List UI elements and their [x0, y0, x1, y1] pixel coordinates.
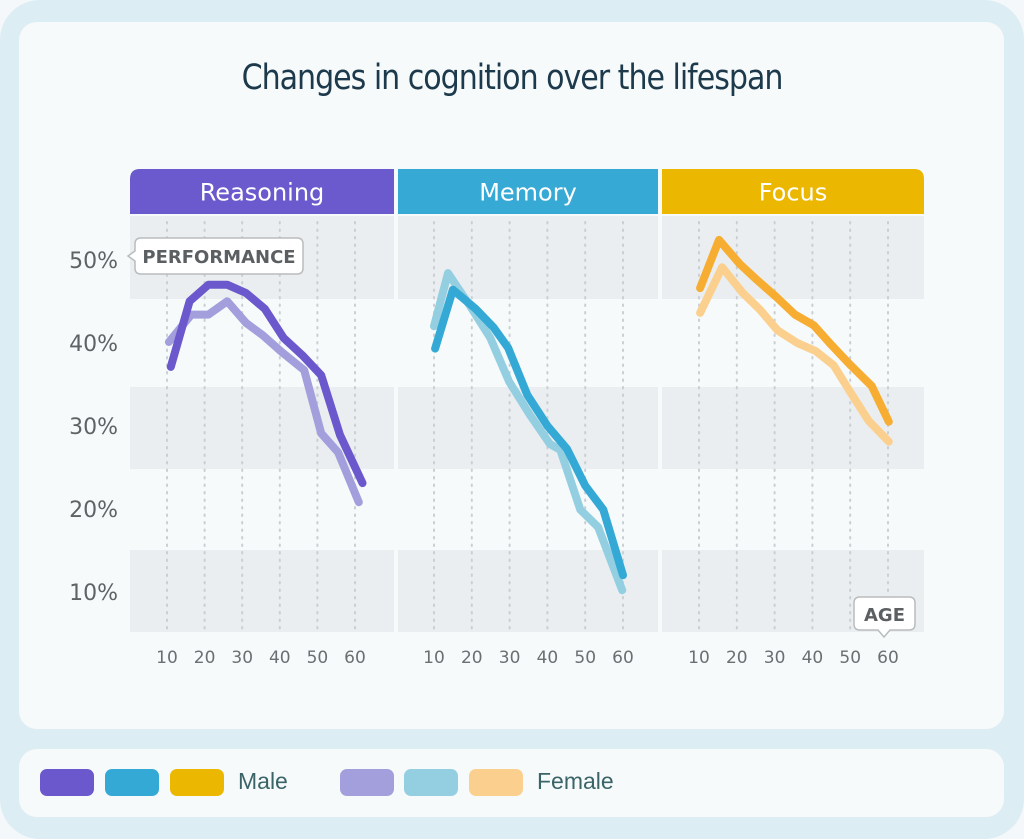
x-tick-label: 30 [499, 648, 521, 668]
x-tick-label: 40 [537, 648, 559, 668]
y-tick-label: 30% [69, 415, 118, 440]
y-tick-label: 10% [69, 581, 118, 606]
panel-title: Focus [759, 179, 828, 207]
x-tick-label: 10 [688, 648, 710, 668]
x-tick-label: 10 [423, 648, 445, 668]
x-tick-label: 30 [231, 648, 253, 668]
x-tick-label: 60 [344, 648, 366, 668]
y-axis-label: PERFORMANCE [142, 247, 295, 268]
legend-swatch-male-reasoning [40, 769, 94, 796]
legend-swatch-female-reasoning [340, 769, 394, 796]
x-tick-label: 20 [726, 648, 748, 668]
x-tick-label: 40 [802, 648, 824, 668]
x-tick-label: 20 [461, 648, 483, 668]
legend-swatch-female-focus [469, 769, 523, 796]
x-axis-label: AGE [864, 605, 905, 626]
panel-memory: Memory 10 20 30 40 50 60 [398, 169, 658, 668]
x-tick-label: 10 [156, 648, 178, 668]
x-tick-label: 30 [764, 648, 786, 668]
chart-svg: Reasoning10 20 30 40 50 60Memory10 20 30 40 50 60F… [69, 169, 924, 668]
y-tick-label: 50% [69, 249, 118, 274]
x-tick-label: 40 [269, 648, 291, 668]
legend-swatch-male-memory [105, 769, 159, 796]
legend-label-female: Female [537, 768, 614, 794]
x-tick-label: 50 [574, 648, 596, 668]
x-tick-label: 60 [612, 648, 634, 668]
x-tick-label: 50 [307, 648, 329, 668]
y-tick-label: 20% [69, 498, 118, 523]
x-tick-label: 60 [877, 648, 899, 668]
grid-band [662, 387, 924, 469]
y-axis-label-callout: PERFORMANCE [126, 237, 304, 275]
legend-swatch-female-memory [404, 769, 458, 796]
y-tick-label: 40% [69, 332, 118, 357]
grid-band [398, 216, 658, 299]
x-tick-label: 50 [839, 648, 861, 668]
x-tick-label: 20 [194, 648, 216, 668]
panel-focus: Focus 10 20 30 40 50 60 [662, 169, 924, 668]
legend-swatch-male-focus [170, 769, 224, 796]
legend-label-male: Male [238, 768, 288, 794]
panel-title: Memory [479, 179, 577, 207]
panel-title: Reasoning [200, 179, 325, 207]
